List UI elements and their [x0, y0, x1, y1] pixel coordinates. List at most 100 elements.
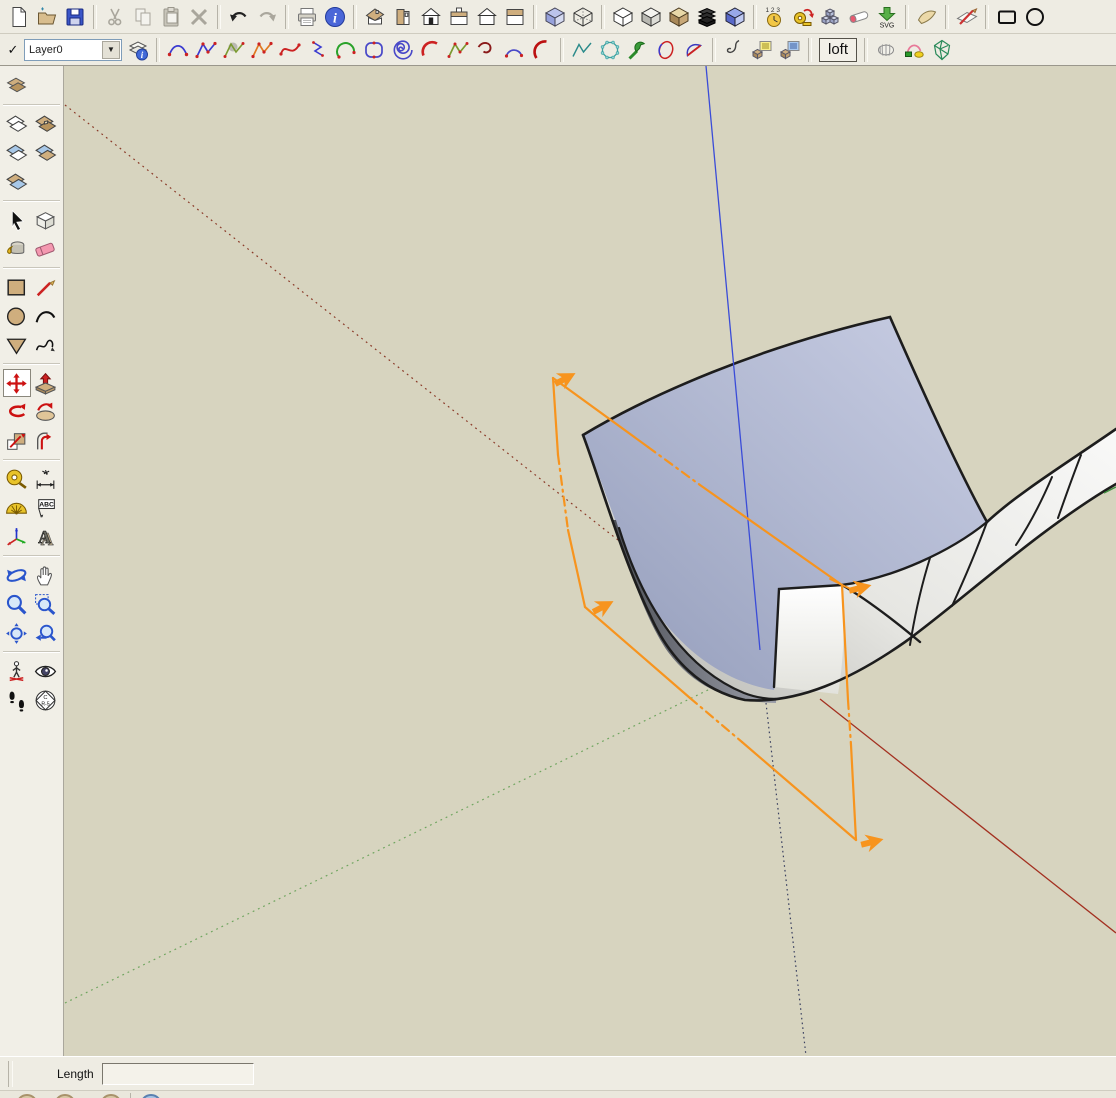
- detail-list-yellow-button[interactable]: [748, 36, 776, 63]
- dimension-tool-button[interactable]: [32, 465, 60, 493]
- xray-mode-button[interactable]: [541, 3, 569, 30]
- polyline-green-button[interactable]: [444, 36, 472, 63]
- polygon-teal-button[interactable]: [596, 36, 624, 63]
- layer-manager-button[interactable]: i: [124, 36, 152, 63]
- camera-left-button[interactable]: [473, 3, 501, 30]
- polyline-blue-button[interactable]: [192, 36, 220, 63]
- select-tool-button[interactable]: [3, 206, 31, 234]
- polyhedron-green-button[interactable]: [928, 36, 956, 63]
- display-settings-button[interactable]: [721, 3, 749, 30]
- zoom-tool-button[interactable]: [3, 590, 31, 618]
- loft-end-face[interactable]: [774, 585, 844, 694]
- monochrome-mode-button[interactable]: [693, 3, 721, 30]
- plane-pair-4-button[interactable]: [32, 139, 60, 167]
- eraser-tool-button[interactable]: [32, 235, 60, 263]
- print-button[interactable]: [293, 3, 321, 30]
- offset-tool-button[interactable]: [32, 427, 60, 455]
- layer-visible-checkbox[interactable]: ✓: [4, 42, 22, 58]
- polyline-teal-button[interactable]: [568, 36, 596, 63]
- camera-right-button[interactable]: [389, 3, 417, 30]
- polyline-orange-button[interactable]: [248, 36, 276, 63]
- look-around-tool-button[interactable]: [32, 657, 60, 685]
- measure-flip-button[interactable]: [789, 3, 817, 30]
- oval-red-button[interactable]: [652, 36, 680, 63]
- text3d-tool-button[interactable]: AA: [32, 523, 60, 551]
- arc-red-2-button[interactable]: [528, 36, 556, 63]
- orbit-tool-button[interactable]: [3, 561, 31, 589]
- camera-back-button[interactable]: [445, 3, 473, 30]
- eraser-soft-button[interactable]: [845, 3, 873, 30]
- component-cubes-button[interactable]: [817, 3, 845, 30]
- tape-tool-button[interactable]: [3, 465, 31, 493]
- camera-top-button[interactable]: [501, 3, 529, 30]
- rect-shape-button[interactable]: [993, 3, 1021, 30]
- component-sheets-button[interactable]: [3, 72, 31, 100]
- erase-button[interactable]: [185, 3, 213, 30]
- bezier-ghost-button[interactable]: [220, 36, 248, 63]
- open-file-button[interactable]: [33, 3, 61, 30]
- viewport[interactable]: [64, 66, 1116, 1056]
- copy-button[interactable]: [129, 3, 157, 30]
- component-tool-button[interactable]: [32, 206, 60, 234]
- viewport-canvas[interactable]: [64, 66, 1116, 1056]
- plane-pair-3-button[interactable]: [3, 139, 31, 167]
- protractor-tool-button[interactable]: [3, 494, 31, 522]
- zoom-previous-tool-button[interactable]: [32, 619, 60, 647]
- svg-export-button[interactable]: SVG: [873, 3, 901, 30]
- wedge-blue-button[interactable]: [680, 36, 708, 63]
- hidden-line-mode-button[interactable]: [609, 3, 637, 30]
- plane-pair-1-button[interactable]: [3, 110, 31, 138]
- circle-shape-button[interactable]: [1021, 3, 1049, 30]
- paste-button[interactable]: [157, 3, 185, 30]
- bezier-arc-button[interactable]: [164, 36, 192, 63]
- detail-list-blue-button[interactable]: [776, 36, 804, 63]
- shell-surface-button[interactable]: [872, 36, 900, 63]
- cut-button[interactable]: [101, 3, 129, 30]
- textured-mode-button[interactable]: [665, 3, 693, 30]
- undo-button[interactable]: [225, 3, 253, 30]
- loft-button[interactable]: loft: [819, 38, 857, 62]
- arc-green-button[interactable]: [332, 36, 360, 63]
- scale-tool-button[interactable]: [3, 427, 31, 455]
- zoom-extents-tool-button[interactable]: [3, 619, 31, 647]
- zigzag-blue-button[interactable]: [304, 36, 332, 63]
- spiral-blue-button[interactable]: [388, 36, 416, 63]
- rounded-rect-blue-button[interactable]: [360, 36, 388, 63]
- line-tool-button[interactable]: [32, 273, 60, 301]
- polygon-tool-button[interactable]: [3, 331, 31, 359]
- pan-tool-button[interactable]: [32, 561, 60, 589]
- axes-tool-button[interactable]: [3, 523, 31, 551]
- model-info-button[interactable]: i: [321, 3, 349, 30]
- scenes-clock-button[interactable]: 1 2 3: [761, 3, 789, 30]
- new-file-button[interactable]: [5, 3, 33, 30]
- sandbox-flap-button[interactable]: [913, 3, 941, 30]
- arc-tool-button[interactable]: [32, 302, 60, 330]
- compass-tool-button[interactable]: CR-5: [32, 686, 60, 714]
- hook-dark-red-button[interactable]: [472, 36, 500, 63]
- shaded-mode-button[interactable]: [637, 3, 665, 30]
- text-tool-button[interactable]: ABC: [32, 494, 60, 522]
- walk-tool-button[interactable]: [3, 686, 31, 714]
- length-input[interactable]: [102, 1063, 254, 1085]
- camera-front-button[interactable]: [417, 3, 445, 30]
- rectangle-tool-button[interactable]: [3, 273, 31, 301]
- cap-blue-button[interactable]: [500, 36, 528, 63]
- rotate-tool-button[interactable]: [3, 398, 31, 426]
- pushpull-tool-button[interactable]: [32, 369, 60, 397]
- wireframe-mode-button[interactable]: [569, 3, 597, 30]
- freehand-tool-button[interactable]: [32, 331, 60, 359]
- lasso-select-button[interactable]: [720, 36, 748, 63]
- zoom-window-tool-button[interactable]: [32, 590, 60, 618]
- move-tool-button[interactable]: [3, 369, 31, 397]
- followme-tool-button[interactable]: [32, 398, 60, 426]
- wrench-green-button[interactable]: [624, 36, 652, 63]
- camera-iso-button[interactable]: [361, 3, 389, 30]
- plane-pair-2-button[interactable]: [32, 110, 60, 138]
- curve-red-n-button[interactable]: [276, 36, 304, 63]
- plane-pair-5-button[interactable]: [3, 168, 31, 196]
- curve-profile-button[interactable]: [900, 36, 928, 63]
- position-camera-tool-button[interactable]: [3, 657, 31, 685]
- combo-dropdown-button[interactable]: ▼: [102, 41, 120, 59]
- arc-red-button[interactable]: [416, 36, 444, 63]
- circle-tool-button[interactable]: [3, 302, 31, 330]
